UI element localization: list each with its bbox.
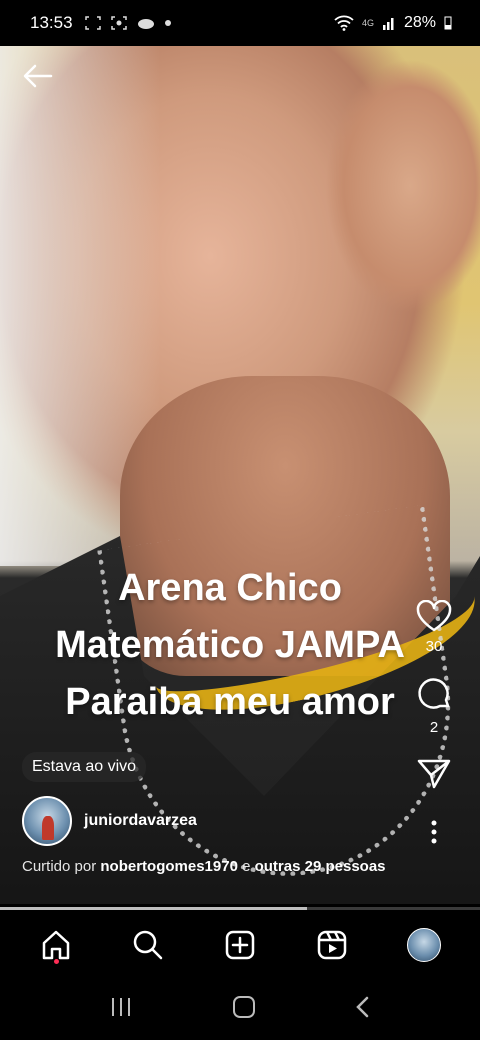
arrow-left-icon — [23, 64, 53, 88]
battery-level: 28% — [403, 14, 436, 31]
bottom-nav — [0, 912, 480, 978]
plus-square-icon — [225, 930, 255, 960]
home-system-button[interactable] — [232, 995, 256, 1024]
status-right: 4G 28% — [334, 14, 452, 32]
caption-line: Arena Chico — [118, 567, 342, 609]
notification-dot — [54, 959, 59, 964]
nav-create[interactable] — [215, 920, 265, 970]
comment-icon — [418, 678, 450, 709]
status-bar: 13:53 4G 28% — [0, 0, 480, 46]
share-button[interactable] — [417, 758, 451, 790]
status-time: 13:53 — [30, 13, 73, 32]
author-username[interactable]: juniordavarzea — [84, 812, 197, 830]
battery-icon — [444, 16, 452, 30]
liked-by-user[interactable]: nobertogomes1970 — [100, 858, 238, 875]
like-count: 30 — [425, 638, 443, 655]
chevron-left-icon — [355, 996, 368, 1017]
caption-line: Paraiba meu amor — [65, 681, 395, 723]
send-icon — [417, 759, 451, 789]
dot-icon — [164, 20, 171, 26]
status-notification-icons — [84, 16, 171, 30]
video-progress-fill — [0, 907, 308, 910]
reels-icon — [317, 930, 347, 960]
like-button[interactable]: 30 — [416, 600, 452, 655]
live-badge: Estava ao vivo — [22, 752, 147, 782]
home-circle-icon — [232, 995, 255, 1018]
nav-home[interactable] — [31, 920, 81, 970]
video-progress-bar[interactable] — [0, 907, 480, 910]
comment-button[interactable]: 2 — [416, 677, 452, 736]
more-vertical-icon — [431, 820, 437, 844]
scan-icon — [110, 16, 127, 30]
system-nav — [0, 978, 480, 1040]
liked-by-others[interactable]: outras 29 pessoas — [255, 858, 386, 875]
liked-by-connector: e — [242, 858, 251, 875]
author-row[interactable]: juniordavarzea — [22, 796, 197, 846]
network-type: 4G — [361, 18, 374, 28]
back-button[interactable] — [20, 58, 56, 94]
heart-icon — [416, 600, 452, 632]
cloud-icon — [137, 19, 154, 29]
liked-by[interactable]: Curtido por nobertogomes1970 e outras 29… — [22, 858, 386, 875]
back-system-button[interactable] — [355, 995, 371, 1024]
nav-reels[interactable] — [307, 920, 357, 970]
recent-apps-icon — [112, 997, 131, 1016]
screenshot-icon — [84, 16, 101, 30]
search-icon — [133, 930, 163, 960]
nav-search[interactable] — [123, 920, 173, 970]
signal-icon — [382, 18, 394, 30]
comment-count: 2 — [429, 719, 439, 736]
liked-by-prefix: Curtido por — [22, 858, 97, 875]
video-caption: Arena Chico Matemático JAMPA Paraiba meu… — [20, 560, 440, 731]
nav-profile[interactable] — [399, 920, 449, 970]
recent-apps-button[interactable] — [109, 996, 133, 1023]
caption-line: Matemático JAMPA — [55, 624, 405, 666]
wifi-icon — [334, 15, 354, 31]
side-actions: 30 2 — [402, 600, 466, 844]
more-options-button[interactable] — [430, 820, 438, 844]
profile-avatar — [407, 928, 441, 962]
avatar[interactable] — [22, 796, 72, 846]
home-icon — [42, 930, 70, 960]
